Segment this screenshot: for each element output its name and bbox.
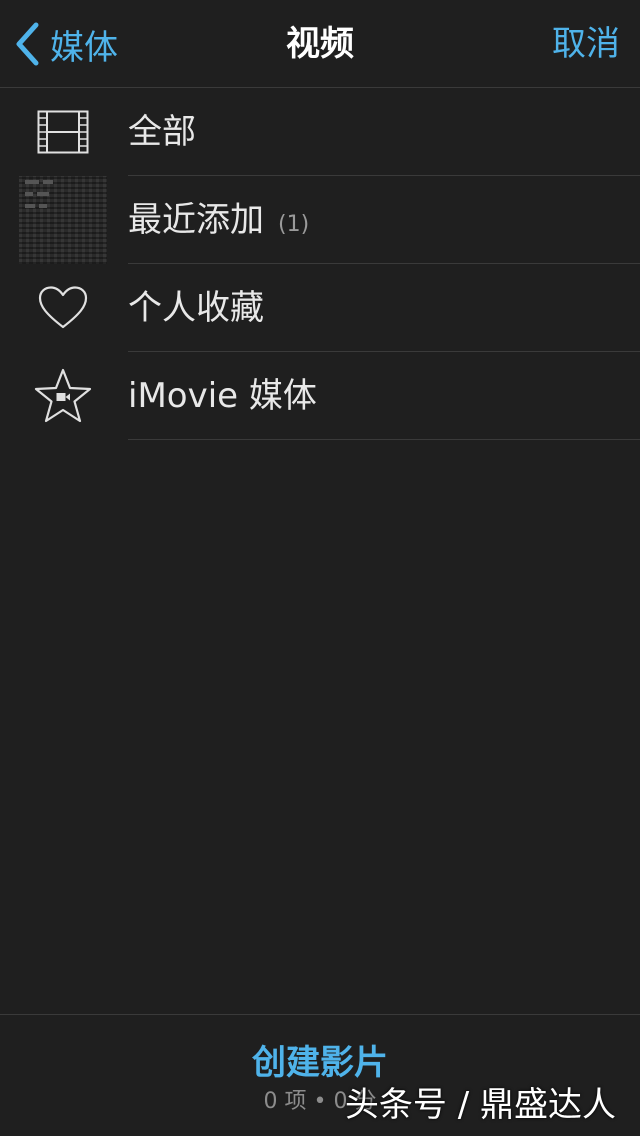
list-item-imovie-media[interactable]: iMovie 媒体 xyxy=(0,352,640,440)
recent-thumbnail xyxy=(18,176,108,264)
heart-icon xyxy=(18,264,108,352)
item-count: (1) xyxy=(278,212,310,237)
list-item-label-text: iMovie 媒体 xyxy=(128,376,317,416)
list-item-label-text: 全部 xyxy=(128,112,196,152)
list-item-label-text: 最近添加 xyxy=(128,200,264,240)
list-item-label-text: 个人收藏 xyxy=(128,288,264,328)
back-button[interactable]: 媒体 xyxy=(14,20,118,68)
list-item-label: 全部 xyxy=(128,88,196,176)
thumbnail-image xyxy=(19,176,107,264)
cancel-button[interactable]: 取消 xyxy=(552,20,620,68)
screen: 媒体 视频 取消 全部 最近添加 (1) 个人收藏 iMovie 媒体 创建影片… xyxy=(0,0,640,1136)
bottom-toolbar: 创建影片 0 项 • 0 分 头条号 / 鼎盛达人 xyxy=(0,1014,640,1136)
watermark: 头条号 / 鼎盛达人 xyxy=(344,1085,616,1125)
list-item-favorites[interactable]: 个人收藏 xyxy=(0,264,640,352)
divider xyxy=(128,439,640,440)
imovie-star-icon xyxy=(18,352,108,440)
film-strip-icon xyxy=(18,88,108,176)
chevron-left-icon xyxy=(14,22,40,66)
list-item-recently-added[interactable]: 最近添加 (1) xyxy=(0,176,640,264)
list-item-label: 个人收藏 xyxy=(128,264,264,352)
list-item-all[interactable]: 全部 xyxy=(0,88,640,176)
list-item-label: iMovie 媒体 xyxy=(128,352,317,440)
navigation-bar: 媒体 视频 取消 xyxy=(0,0,640,88)
list-item-label: 最近添加 (1) xyxy=(128,176,309,264)
back-button-label: 媒体 xyxy=(50,27,118,68)
album-list: 全部 最近添加 (1) 个人收藏 iMovie 媒体 xyxy=(0,88,640,440)
